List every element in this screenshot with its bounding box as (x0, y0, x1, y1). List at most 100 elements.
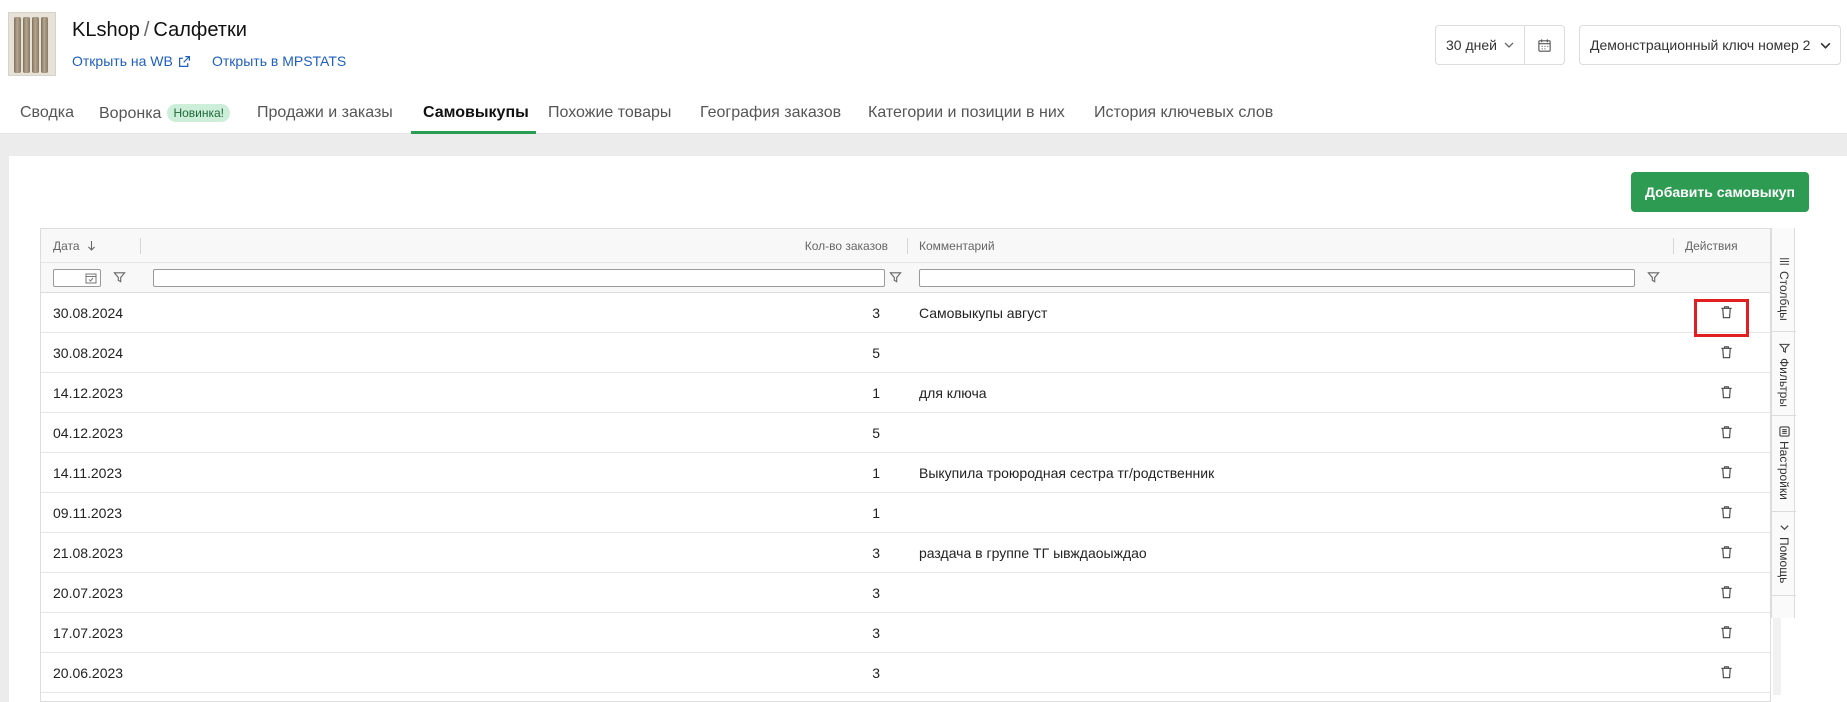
table-row[interactable]: 14.12.2023 1 для ключа (41, 373, 1770, 413)
product-name: Салфетки (153, 19, 247, 41)
cell-comment: Выкупила троюродная сестра тг/родственни… (919, 465, 1215, 481)
tab-order-geography[interactable]: География заказов (700, 104, 841, 122)
tab-summary[interactable]: Сводка (20, 104, 74, 122)
tab-funnel[interactable]: Воронка Новинка! (99, 104, 231, 123)
trash-icon (1719, 504, 1734, 520)
cell-date: 09.11.2023 (53, 505, 123, 521)
add-self-purchase-button[interactable]: Добавить самовыкуп (1631, 172, 1809, 212)
side-tab-columns-label: Столбцы (1777, 271, 1791, 321)
tab-label: Самовыкупы (423, 104, 529, 121)
new-badge: Новинка! (167, 104, 231, 122)
side-divider (1772, 511, 1796, 512)
api-key-value: Демонстрационный ключ номер 2 (1590, 37, 1811, 53)
trash-icon (1719, 664, 1734, 680)
table-row[interactable]: 20.07.2023 3 (41, 573, 1770, 613)
filter-icon[interactable] (113, 271, 126, 284)
trash-icon (1719, 464, 1734, 480)
page-header: KLshop / Салфетки Открыть на WB Открыть в … (0, 0, 1847, 92)
cell-qty: 1 (872, 505, 880, 521)
column-header-qty[interactable]: Кол-во заказов (805, 239, 888, 253)
self-purchases-table: Дата Кол-во заказов Комментарий Действия… (40, 228, 1771, 702)
tab-similar-products[interactable]: Похожие товары (548, 104, 671, 122)
title-separator: / (143, 19, 150, 41)
cell-date: 21.08.2023 (53, 545, 124, 561)
column-separator (907, 238, 908, 254)
tab-bar: Сводка Воронка Новинка! Продажи и заказы … (0, 96, 1847, 134)
tab-label: Похожие товары (548, 104, 672, 121)
column-date-label: Дата (53, 239, 80, 253)
api-key-select[interactable]: Демонстрационный ключ номер 2 (1579, 25, 1841, 65)
cell-qty: 3 (872, 305, 880, 321)
tab-self-purchases[interactable]: Самовыкупы (423, 104, 529, 122)
period-select[interactable]: 30 дней (1435, 25, 1525, 65)
delete-button[interactable] (1717, 422, 1735, 442)
calendar-icon (85, 273, 97, 284)
tab-categories-positions[interactable]: Категории и позиции в них (868, 104, 1065, 122)
column-header-date[interactable]: Дата (53, 239, 96, 253)
tab-label: Воронка (99, 105, 162, 122)
chevron-down-icon (1504, 42, 1514, 48)
delete-button[interactable] (1717, 582, 1735, 602)
trash-icon (1719, 424, 1734, 440)
cell-comment: раздача в группе ТГ ывждаоыждао (919, 545, 1147, 561)
filter-icon (1778, 343, 1790, 354)
column-header-actions: Действия (1685, 239, 1738, 253)
comment-filter-input[interactable] (919, 269, 1635, 287)
cell-qty: 3 (872, 545, 880, 561)
side-tab-help[interactable]: Помощь (1772, 522, 1796, 583)
cell-date: 20.07.2023 (53, 585, 124, 601)
qty-filter-input[interactable] (153, 269, 885, 287)
column-qty-label: Кол-во заказов (804, 239, 888, 253)
table-row[interactable]: 30.08.2024 3 Самовыкупы август (41, 293, 1770, 333)
delete-button[interactable] (1717, 382, 1735, 402)
column-comment-label: Комментарий (919, 239, 995, 253)
side-divider (1772, 331, 1796, 332)
table-row[interactable]: 17.07.2023 3 (41, 613, 1770, 653)
column-header-comment[interactable]: Комментарий (919, 239, 995, 253)
table-row[interactable]: 04.12.2023 5 (41, 413, 1770, 453)
product-thumbnail[interactable] (8, 12, 56, 76)
settings-icon (1778, 426, 1790, 437)
date-filter-input[interactable] (53, 269, 101, 287)
tab-label: Сводка (20, 104, 75, 121)
delete-button[interactable] (1717, 662, 1735, 682)
side-tab-help-label: Помощь (1777, 537, 1791, 584)
table-row[interactable]: 21.08.2023 3 раздача в группе ТГ ывждаоыжд… (41, 533, 1770, 573)
chevron-down-icon (1819, 39, 1832, 52)
trash-icon (1719, 584, 1734, 600)
side-tab-filters[interactable]: Фильтры (1772, 343, 1796, 407)
external-link-icon (178, 55, 190, 67)
side-tab-columns[interactable]: Столбцы (1772, 256, 1796, 321)
delete-button[interactable] (1717, 622, 1735, 642)
delete-button[interactable] (1717, 462, 1735, 482)
delete-button[interactable] (1717, 542, 1735, 562)
filter-icon[interactable] (889, 271, 902, 284)
delete-button[interactable] (1717, 342, 1735, 362)
tab-sales-orders[interactable]: Продажи и заказы (257, 104, 393, 122)
tab-label: История ключевых слов (1094, 104, 1274, 121)
table-header: Дата Кол-во заказов Комментарий Действия (41, 229, 1770, 263)
calendar-icon (1538, 38, 1551, 52)
open-in-mpstats-link[interactable]: Открыть в MPSTATS (212, 53, 346, 69)
delete-button[interactable] (1717, 502, 1735, 522)
cell-qty: 1 (872, 385, 880, 401)
filter-icon[interactable] (1647, 271, 1660, 284)
tab-keyword-history[interactable]: История ключевых слов (1094, 104, 1273, 122)
filter-row (41, 263, 1770, 293)
cell-date: 20.06.2023 (53, 665, 124, 681)
calendar-button[interactable] (1524, 25, 1565, 65)
side-tab-settings-label: Настройки (1777, 441, 1791, 500)
side-tab-settings[interactable]: Настройки (1772, 426, 1796, 500)
open-on-wb-label: Открыть на WB (72, 53, 173, 69)
column-separator (1673, 238, 1674, 254)
table-row[interactable]: 14.11.2023 1 Выкупила троюродная сестра тг… (41, 453, 1770, 493)
table-row[interactable]: 20.06.2023 3 (41, 653, 1770, 693)
side-tab-filters-label: Фильтры (1777, 358, 1791, 407)
side-tool-panel: Столбцы Фильтры Настройки Помощь (1771, 228, 1796, 618)
column-separator (140, 238, 141, 254)
cell-date: 14.11.2023 (53, 465, 123, 481)
table-row[interactable]: 30.08.2024 5 (41, 333, 1770, 373)
open-on-wb-link[interactable]: Открыть на WB (72, 53, 191, 69)
column-actions-label: Действия (1685, 239, 1738, 253)
table-row[interactable]: 09.11.2023 1 (41, 493, 1770, 533)
